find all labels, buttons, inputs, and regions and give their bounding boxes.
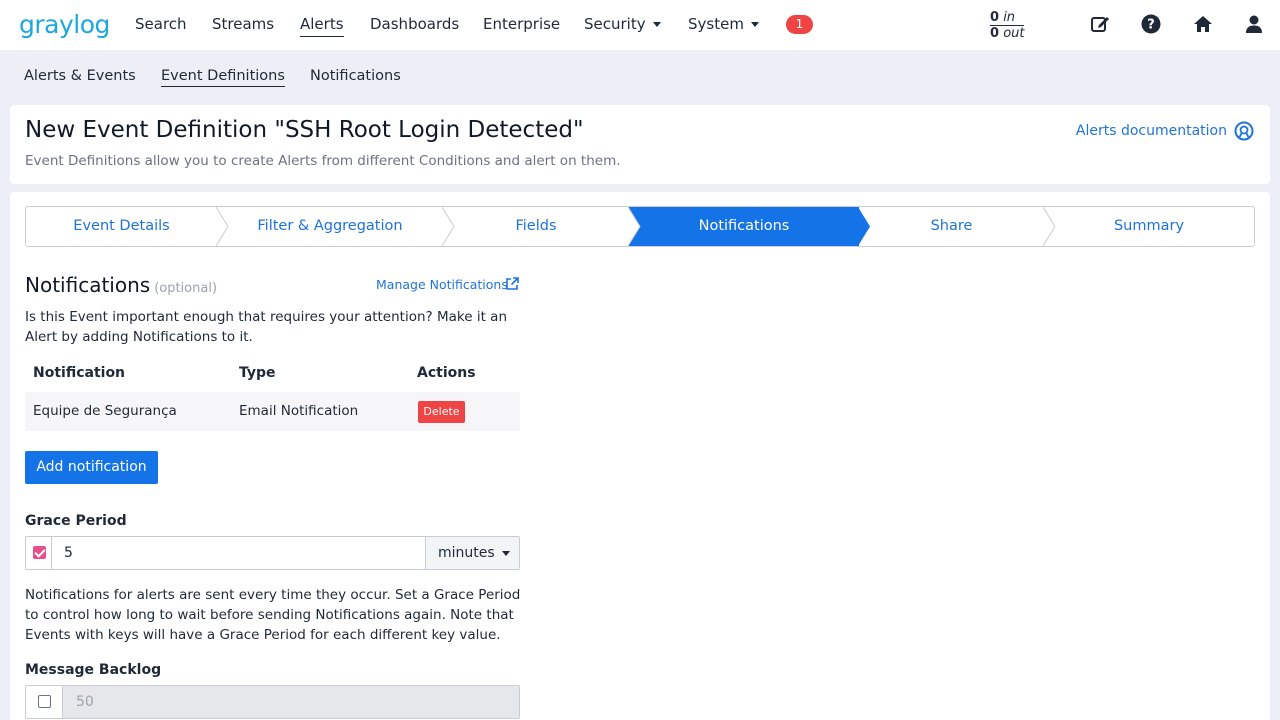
step-share[interactable]: Share	[859, 207, 1044, 246]
message-backlog-input-group: 50	[25, 685, 520, 719]
throughput-indicator[interactable]: 0 in 0 out	[990, 10, 1025, 41]
edit-icon[interactable]	[1090, 14, 1110, 34]
alerts-documentation-link[interactable]: Alerts documentation	[1076, 123, 1227, 139]
subnav-alerts-events[interactable]: Alerts & Events	[24, 68, 136, 84]
top-navbar: graylog Search Streams Alerts Dashboards…	[0, 0, 1280, 50]
step-notifications[interactable]: Notifications	[629, 207, 859, 246]
page-title: New Event Definition "SSH Root Login Det…	[25, 117, 584, 143]
step-filter-aggregation[interactable]: Filter & Aggregation	[217, 207, 443, 246]
nav-alerts[interactable]: Alerts	[300, 15, 344, 37]
chevron-down-icon	[750, 22, 759, 27]
grace-period-input[interactable]: 5	[64, 545, 73, 561]
external-link-icon[interactable]	[504, 276, 520, 292]
throughput-in: 0 in	[990, 10, 1025, 26]
message-backlog-checkbox-addon	[26, 686, 63, 718]
message-backlog-value: 50	[76, 694, 94, 710]
user-icon[interactable]	[1244, 14, 1264, 34]
notification-type: Email Notification	[239, 403, 359, 419]
nav-system-label: System	[688, 15, 744, 33]
manage-notifications-link[interactable]: Manage Notifications	[376, 277, 508, 292]
optional-label: (optional)	[154, 281, 218, 296]
section-title: Notifications (optional)	[25, 273, 217, 297]
nav-system-dropdown[interactable]: System	[688, 15, 759, 33]
column-header-actions: Actions	[417, 365, 476, 381]
add-notification-button[interactable]: Add notification	[25, 451, 158, 484]
column-header-notification: Notification	[33, 365, 126, 381]
message-backlog-label: Message Backlog	[25, 662, 162, 678]
grace-period-checkbox-addon	[26, 537, 52, 569]
page-header: New Event Definition "SSH Root Login Det…	[10, 105, 1270, 184]
graylog-logo[interactable]: graylog	[19, 10, 110, 39]
home-icon[interactable]	[1193, 14, 1213, 34]
message-backlog-input[interactable]: 50	[63, 686, 519, 718]
help-icon[interactable]: ?	[1141, 14, 1161, 34]
subnav-notifications[interactable]: Notifications	[310, 68, 401, 84]
nav-enterprise[interactable]: Enterprise	[483, 15, 560, 33]
message-backlog-checkbox[interactable]	[38, 695, 51, 708]
nav-streams[interactable]: Streams	[212, 15, 274, 33]
page-description: Event Definitions allow you to create Al…	[25, 153, 621, 169]
wizard-steps: Event Details Filter & Aggregation Field…	[25, 206, 1255, 247]
section-title-text: Notifications	[25, 273, 151, 297]
notification-name: Equipe de Segurança	[33, 403, 177, 419]
grace-period-help: Notifications for alerts are sent every …	[25, 587, 521, 643]
grace-period-input-group: 5 minutes	[25, 536, 520, 570]
grace-period-unit-label: minutes	[438, 545, 495, 561]
grace-period-unit-select[interactable]: minutes	[425, 537, 519, 569]
notification-count-badge[interactable]: 1	[786, 15, 813, 34]
notifications-intro: Is this Event important enough that requ…	[25, 309, 508, 345]
lifebuoy-icon[interactable]	[1234, 121, 1254, 141]
grace-period-checkbox[interactable]	[33, 546, 46, 559]
chevron-down-icon	[652, 22, 661, 27]
step-summary[interactable]: Summary	[1044, 207, 1254, 246]
step-fields[interactable]: Fields	[443, 207, 629, 246]
subnav-event-definitions[interactable]: Event Definitions	[161, 68, 285, 87]
nav-security-label: Security	[584, 15, 646, 33]
column-header-type: Type	[239, 365, 276, 381]
table-row: Equipe de Segurança Email Notification D…	[25, 392, 520, 431]
step-event-details[interactable]: Event Details	[26, 207, 217, 246]
main-content: Event Details Filter & Aggregation Field…	[10, 192, 1270, 720]
delete-button[interactable]: Delete	[418, 401, 465, 423]
nav-dashboards[interactable]: Dashboards	[370, 15, 459, 33]
caret-down-icon	[501, 550, 510, 556]
grace-period-label: Grace Period	[25, 513, 127, 529]
nav-search[interactable]: Search	[135, 15, 187, 33]
nav-security-dropdown[interactable]: Security	[584, 15, 661, 33]
throughput-out: 0 out	[990, 26, 1025, 41]
svg-text:?: ?	[1147, 18, 1155, 33]
